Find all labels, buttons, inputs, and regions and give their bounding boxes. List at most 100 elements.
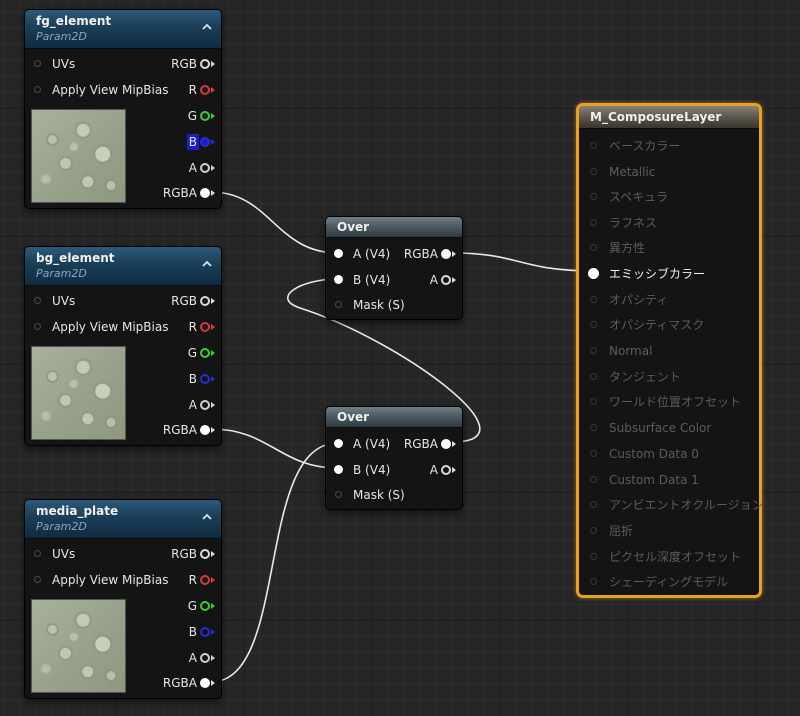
output-pin-rgb[interactable]: RGB <box>153 291 215 311</box>
pin-label: G <box>187 346 197 360</box>
pin-circle-icon[interactable] <box>200 322 210 332</box>
output-pin-rgb[interactable]: RGB <box>153 544 215 564</box>
pin-circle-icon[interactable] <box>441 275 451 285</box>
pin-circle-icon[interactable] <box>590 347 597 354</box>
pin-circle-icon[interactable] <box>200 163 210 173</box>
output-pin-rgba[interactable]: RGBA <box>153 420 215 440</box>
chevron-up-icon[interactable] <box>199 509 215 525</box>
wire-fg-rgba-to-over1-a <box>210 191 339 254</box>
pin-label: アンビエントオクルージョン <box>609 498 764 512</box>
pin-circle-icon[interactable] <box>200 111 210 121</box>
pin-circle-icon[interactable] <box>200 678 210 688</box>
pin-circle-icon[interactable] <box>590 244 597 251</box>
pin-circle-icon[interactable] <box>200 188 210 198</box>
pin-circle-icon[interactable] <box>200 374 210 384</box>
pin-circle-icon[interactable] <box>200 400 210 410</box>
output-pin-rgba[interactable]: RGBA <box>153 183 215 203</box>
pin-circle-icon[interactable] <box>34 576 41 583</box>
pin-circle-icon[interactable] <box>441 249 451 259</box>
pin-circle-icon[interactable] <box>34 297 41 304</box>
node-header[interactable]: fg_element Param2D <box>25 10 221 49</box>
pin-circle-icon[interactable] <box>34 550 41 557</box>
output-pin-r[interactable]: R <box>153 317 215 337</box>
pin-circle-icon[interactable] <box>34 323 41 330</box>
node-title: M_ComposureLayer <box>590 110 722 124</box>
pin-label: Apply View MipBias <box>52 83 169 97</box>
output-pin-rgba[interactable]: RGBA <box>394 434 456 454</box>
node-header[interactable]: Over <box>326 217 462 238</box>
pin-circle-icon[interactable] <box>200 296 210 306</box>
param2d-node-fg-element[interactable]: fg_element Param2D UVs Apply View MipBia… <box>24 9 222 209</box>
pin-circle-icon[interactable] <box>590 321 597 328</box>
pin-circle-icon[interactable] <box>200 137 210 147</box>
pin-circle-icon[interactable] <box>590 424 597 431</box>
pin-circle-icon[interactable] <box>590 193 597 200</box>
pin-arrow-icon <box>211 680 215 686</box>
pin-label: UVs <box>52 294 76 308</box>
over-node-1[interactable]: Over A (V4) B (V4) Mask (S) RGBA A <box>325 216 463 320</box>
output-pin-a[interactable]: A <box>153 395 215 415</box>
output-pin-g[interactable]: G <box>153 343 215 363</box>
pin-label: A (V4) <box>353 437 391 451</box>
pin-circle-icon[interactable] <box>334 439 343 448</box>
pin-circle-icon[interactable] <box>441 465 451 475</box>
node-subtitle: Param2D <box>36 267 87 280</box>
pin-circle-icon[interactable] <box>590 450 597 457</box>
pin-circle-icon[interactable] <box>588 268 599 279</box>
pin-circle-icon[interactable] <box>334 465 343 474</box>
output-pin-r[interactable]: R <box>153 570 215 590</box>
pin-circle-icon[interactable] <box>590 578 597 585</box>
output-pin-b[interactable]: B <box>153 622 215 642</box>
pin-circle-icon[interactable] <box>590 398 597 405</box>
pin-circle-icon[interactable] <box>34 60 41 67</box>
pin-circle-icon[interactable] <box>200 348 210 358</box>
output-pin-g[interactable]: G <box>153 596 215 616</box>
output-pin-b[interactable]: B <box>153 132 215 152</box>
chevron-up-icon[interactable] <box>199 256 215 272</box>
node-header[interactable]: M_ComposureLayer <box>579 106 759 129</box>
output-pin-rgb[interactable]: RGB <box>153 54 215 74</box>
param2d-node-bg-element[interactable]: bg_element Param2D UVs Apply View MipBia… <box>24 246 222 446</box>
pin-circle-icon[interactable] <box>590 527 597 534</box>
output-pin-rgba[interactable]: RGBA <box>153 673 215 693</box>
pin-label: A <box>429 273 438 287</box>
param2d-node-media-plate[interactable]: media_plate Param2D UVs Apply View MipBi… <box>24 499 222 699</box>
pin-circle-icon[interactable] <box>590 553 597 560</box>
node-header[interactable]: bg_element Param2D <box>25 247 221 286</box>
pin-circle-icon[interactable] <box>334 275 343 284</box>
output-pin-a[interactable]: A <box>394 270 456 290</box>
chevron-up-icon[interactable] <box>199 19 215 35</box>
pin-circle-icon[interactable] <box>590 142 597 149</box>
pin-circle-icon[interactable] <box>590 296 597 303</box>
output-pin-g[interactable]: G <box>153 106 215 126</box>
output-pin-a[interactable]: A <box>394 460 456 480</box>
pin-circle-icon[interactable] <box>34 86 41 93</box>
pin-circle-icon[interactable] <box>441 439 451 449</box>
over-node-2[interactable]: Over A (V4) B (V4) Mask (S) RGBA A <box>325 406 463 510</box>
pin-circle-icon[interactable] <box>200 601 210 611</box>
output-pin-r[interactable]: R <box>153 80 215 100</box>
pin-circle-icon[interactable] <box>590 476 597 483</box>
pin-circle-icon[interactable] <box>200 549 210 559</box>
material-result-node[interactable]: M_ComposureLayer ベースカラー Metallic スペキュラ ラ… <box>576 103 764 598</box>
pin-circle-icon[interactable] <box>200 59 210 69</box>
pin-circle-icon[interactable] <box>590 373 597 380</box>
node-header[interactable]: media_plate Param2D <box>25 500 221 539</box>
pin-circle-icon[interactable] <box>200 85 210 95</box>
pin-circle-icon[interactable] <box>590 168 597 175</box>
output-pin-a[interactable]: A <box>153 158 215 178</box>
node-header[interactable]: Over <box>326 407 462 428</box>
pin-circle-icon[interactable] <box>590 219 597 226</box>
pin-circle-icon[interactable] <box>200 627 210 637</box>
pin-circle-icon[interactable] <box>335 301 342 308</box>
pin-circle-icon[interactable] <box>334 249 343 258</box>
pin-circle-icon[interactable] <box>200 425 210 435</box>
pin-circle-icon[interactable] <box>590 501 597 508</box>
output-pin-b[interactable]: B <box>153 369 215 389</box>
pin-circle-icon[interactable] <box>200 575 210 585</box>
output-pin-a[interactable]: A <box>153 648 215 668</box>
pin-circle-icon[interactable] <box>335 491 342 498</box>
output-pin-rgba[interactable]: RGBA <box>394 244 456 264</box>
pin-label: Custom Data 0 <box>609 447 699 461</box>
pin-circle-icon[interactable] <box>200 653 210 663</box>
